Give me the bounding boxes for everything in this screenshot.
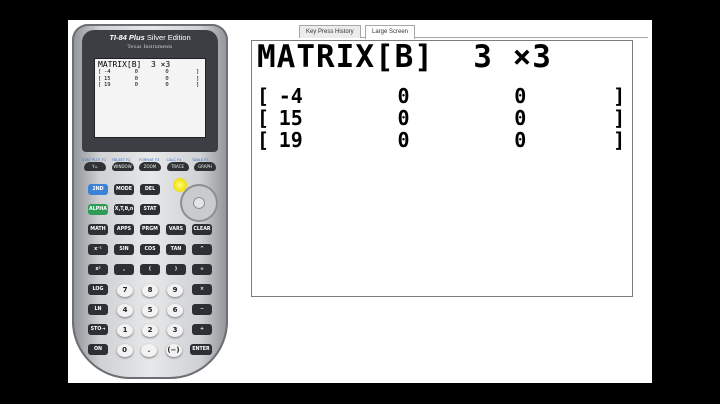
digit-1-key[interactable]: 1 [117, 324, 133, 337]
second-key[interactable]: 2ND [88, 184, 108, 195]
function-key-row: STAT PLOT F1 Y= TBLSET F2 WINDOW FORMAT F3… [82, 158, 216, 176]
math-key[interactable]: MATH [88, 224, 108, 235]
apps-key[interactable]: APPS [114, 224, 134, 235]
vars-key[interactable]: VARS [166, 224, 186, 235]
digit-7-key[interactable]: 7 [117, 284, 133, 297]
matrix-row: [15 0 0] [257, 106, 626, 130]
minus-key[interactable]: − [192, 304, 212, 315]
matrix-body: [-4 0 0] [15 0 0] [19 0 0] [257, 85, 627, 151]
power-key[interactable]: ^ [192, 244, 212, 255]
plus-key[interactable]: + [192, 324, 212, 335]
prgm-key[interactable]: PRGM [140, 224, 160, 235]
matrix-row: [-4 0 0] [257, 84, 626, 108]
del-key[interactable]: DEL [140, 184, 160, 195]
fn-label: TABLE F5 [192, 158, 209, 162]
digit-9-key[interactable]: 9 [167, 284, 183, 297]
alpha-key[interactable]: ALPHA [88, 204, 108, 215]
multiply-key[interactable]: × [192, 284, 212, 295]
ln-key[interactable]: LN [88, 304, 108, 315]
zoom-key[interactable]: FORMAT F3 ZOOM [139, 158, 161, 171]
log-key[interactable]: LOG [88, 284, 108, 295]
tan-key[interactable]: TAN [166, 244, 186, 255]
lcd-title: MATRIX[B] 3 ×3 [98, 60, 171, 69]
on-key[interactable]: ON [88, 344, 108, 355]
digit-8-key[interactable]: 8 [142, 284, 158, 297]
calculator-faceplate: TI-84 Plus Silver Edition Texas Instrume… [82, 30, 218, 152]
clear-key[interactable]: CLEAR [192, 224, 212, 235]
graph-key[interactable]: TABLE F5 GRAPH [192, 158, 216, 171]
inverse-key[interactable]: x⁻¹ [88, 244, 108, 255]
decimal-key[interactable]: . [141, 344, 157, 357]
emulator-window: TI-84 Plus Silver Edition Texas Instrume… [68, 20, 652, 383]
divide-key[interactable]: ÷ [192, 264, 212, 275]
digit-3-key[interactable]: 3 [167, 324, 183, 337]
digit-5-key[interactable]: 5 [142, 304, 158, 317]
sin-key[interactable]: SIN [114, 244, 134, 255]
stat-key[interactable]: STAT [140, 204, 160, 215]
brand-edition: Silver Edition [146, 33, 191, 42]
y-equals-key[interactable]: STAT PLOT F1 Y= [82, 158, 106, 171]
store-key[interactable]: STO→ [88, 324, 108, 335]
view-tabs: Key Press History Large Screen [299, 24, 648, 39]
comma-key[interactable]: , [114, 264, 134, 275]
brand-name: TI-84 Plus [109, 33, 145, 42]
calculator-lcd: MATRIX[B] 3 ×3 [-4 0 0] [15 0 0] [19 0 0] [94, 58, 206, 138]
negative-key[interactable]: (−) [165, 344, 182, 357]
fn-label: TBLSET F2 [111, 158, 131, 162]
window-key[interactable]: TBLSET F2 WINDOW [111, 158, 134, 171]
calculator: TI-84 Plus Silver Edition Texas Instrume… [72, 24, 228, 379]
matrix-row: [19 0 0] [257, 128, 626, 152]
open-paren-key[interactable]: ( [140, 264, 160, 275]
tab-key-press-history[interactable]: Key Press History [299, 25, 361, 38]
close-paren-key[interactable]: ) [166, 264, 186, 275]
mode-key[interactable]: MODE [114, 184, 134, 195]
keypad: 2ND MODE DEL ALPHA X,T,θ,n STAT MATH APP… [88, 184, 212, 364]
fn-label: FORMAT F3 [139, 158, 160, 162]
fn-label: CALC F4 [166, 158, 182, 162]
square-key[interactable]: x² [88, 264, 108, 275]
lcd-row: [19 0 0] [98, 82, 200, 88]
enter-key[interactable]: ENTER [190, 344, 212, 355]
large-screen-display: MATRIX[B] 3 ×3 [-4 0 0] [15 0 0] [19 0 0] [251, 40, 633, 297]
cos-key[interactable]: COS [140, 244, 160, 255]
trace-key[interactable]: CALC F4 TRACE [166, 158, 189, 171]
large-screen-title: MATRIX[B] 3 ×3 [257, 39, 552, 75]
maker-logo: Texas Instruments [127, 44, 173, 50]
digit-6-key[interactable]: 6 [167, 304, 183, 317]
xton-key[interactable]: X,T,θ,n [114, 204, 134, 215]
fn-label: STAT PLOT F1 [82, 158, 107, 162]
calculator-brand: TI-84 Plus Silver Edition [82, 33, 218, 42]
digit-4-key[interactable]: 4 [117, 304, 133, 317]
digit-0-key[interactable]: 0 [116, 344, 133, 357]
digit-2-key[interactable]: 2 [142, 324, 158, 337]
tab-large-screen[interactable]: Large Screen [365, 25, 416, 39]
